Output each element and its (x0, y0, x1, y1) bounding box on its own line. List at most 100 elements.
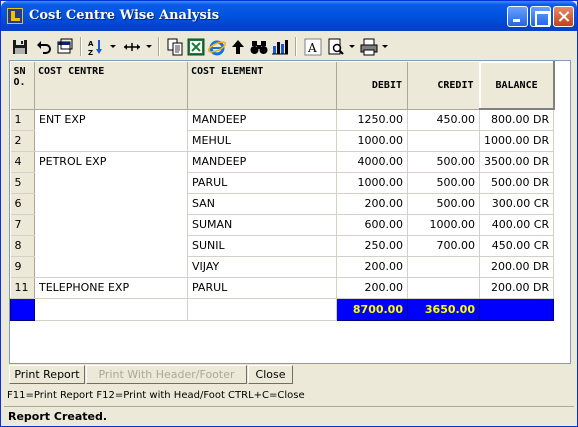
debit-cell[interactable]: 250.00 (336, 235, 408, 257)
table-row[interactable]: 7 SUMAN 600.00 1000.00 400.00 CR (10, 214, 555, 236)
table-row[interactable]: 1 ENT EXP MANDEEP 1250.00 450.00 800.00 … (10, 109, 555, 131)
cost-centre-cell[interactable] (34, 172, 188, 193)
balance-cell[interactable]: 200.00 DR (479, 256, 555, 278)
cost-element-cell[interactable]: PARUL (187, 172, 337, 194)
sort-icon[interactable]: A Z (87, 38, 105, 56)
print-report-button[interactable]: Print Report (9, 365, 85, 384)
svg-text:A: A (88, 40, 94, 48)
debit-cell[interactable]: 4000.00 (336, 151, 408, 173)
debit-cell[interactable]: 200.00 (336, 193, 408, 215)
cost-centre-cell[interactable] (34, 130, 188, 152)
find-icon[interactable] (250, 38, 268, 56)
excel-icon[interactable] (187, 38, 205, 56)
cost-element-cell[interactable]: PARUL (187, 277, 337, 299)
column-width-dropdown-arrow[interactable] (146, 45, 152, 48)
report-grid[interactable]: SN O. COST CENTRE COST ELEMENT DEBIT CRE… (9, 60, 571, 364)
table-row[interactable]: 5 PARUL 1000.00 500.00 500.00 DR (10, 172, 555, 194)
selected-row-marker[interactable] (10, 297, 35, 321)
row-number: 2 (10, 130, 35, 152)
title-bar[interactable]: Cost Centre Wise Analysis (1, 1, 577, 31)
cost-centre-cell[interactable]: TELEPHONE EXP (34, 277, 188, 299)
credit-cell[interactable]: 450.00 (407, 109, 480, 131)
cost-element-cell[interactable]: MEHUL (187, 130, 337, 152)
row-number: 1 (10, 109, 35, 131)
debit-cell[interactable]: 1000.00 (336, 130, 408, 152)
balance-cell[interactable]: 300.00 CR (479, 193, 555, 215)
balance-cell[interactable]: 1000.00 DR (479, 130, 555, 152)
copy-icon[interactable] (166, 38, 184, 56)
cost-centre-cell[interactable]: PETROL EXP (34, 151, 188, 172)
balance-cell[interactable]: 500.00 DR (479, 172, 555, 194)
debit-cell[interactable]: 200.00 (336, 256, 408, 278)
table-row[interactable]: 2 MEHUL 1000.00 1000.00 DR (10, 130, 555, 152)
undo-icon[interactable] (35, 38, 53, 56)
printer-dropdown-arrow[interactable] (382, 45, 388, 48)
column-header-debit[interactable]: DEBIT (336, 62, 408, 110)
up-arrow-icon[interactable] (229, 38, 247, 56)
credit-cell[interactable]: 700.00 (407, 235, 480, 257)
debit-cell[interactable]: 200.00 (336, 277, 408, 299)
font-icon[interactable]: A (304, 38, 322, 56)
report-window: Cost Centre Wise Analysis A Z A SN O. CO… (0, 0, 578, 427)
cost-element-cell[interactable]: MANDEEP (187, 151, 337, 173)
table-row[interactable]: 4 PETROL EXP MANDEEP 4000.00 500.00 3500… (10, 151, 555, 173)
cost-element-cell[interactable] (187, 298, 337, 321)
cost-centre-cell[interactable]: ENT EXP (34, 109, 188, 130)
column-header-credit[interactable]: CREDIT (407, 62, 480, 110)
print-preview-icon[interactable] (327, 38, 345, 56)
cost-element-cell[interactable]: VIJAY (187, 256, 337, 278)
cost-element-cell[interactable]: MANDEEP (187, 109, 337, 131)
print-preview-dropdown-arrow[interactable] (349, 45, 355, 48)
close-window-button[interactable] (553, 6, 574, 27)
column-header-balance[interactable]: BALANCE (478, 61, 555, 110)
app-logo-icon[interactable] (7, 8, 23, 24)
print-with-header-footer-button[interactable]: Print With Header/Footer (86, 365, 247, 384)
debit-cell[interactable]: 600.00 (336, 214, 408, 236)
cost-centre-cell[interactable] (34, 214, 188, 235)
column-header-sno[interactable]: SN O. (10, 62, 35, 110)
sort-dropdown-arrow[interactable] (110, 45, 116, 48)
close-button[interactable]: Close (248, 365, 293, 384)
credit-cell[interactable] (407, 256, 480, 278)
credit-cell[interactable]: 500.00 (407, 193, 480, 215)
printer-icon[interactable] (360, 38, 378, 56)
cost-element-cell[interactable]: SAN (187, 193, 337, 215)
cost-centre-cell[interactable] (34, 256, 188, 278)
table-row[interactable]: 9 VIJAY 200.00 200.00 DR (10, 256, 555, 278)
table-row[interactable]: 8 SUNIL 250.00 700.00 450.00 CR (10, 235, 555, 257)
row-number: 7 (10, 214, 35, 236)
table-row[interactable]: 11 TELEPHONE EXP PARUL 200.00 200.00 DR (10, 277, 555, 299)
debit-total[interactable]: 8700.00 (336, 297, 408, 321)
balance-cell[interactable]: 400.00 CR (479, 214, 555, 236)
table-row[interactable]: 6 SAN 200.00 500.00 300.00 CR (10, 193, 555, 215)
total-row[interactable]: 8700.00 3650.00 (10, 297, 555, 321)
chart-icon[interactable] (271, 38, 289, 56)
cost-centre-cell[interactable] (34, 193, 188, 214)
cost-centre-cell[interactable] (34, 298, 188, 321)
cost-element-cell[interactable]: SUMAN (187, 214, 337, 236)
balance-cell[interactable]: 450.00 CR (479, 235, 555, 257)
credit-cell[interactable] (407, 130, 480, 152)
status-bar: Report Created. (4, 406, 574, 425)
credit-cell[interactable]: 500.00 (407, 151, 480, 173)
balance-cell[interactable]: 200.00 DR (479, 277, 555, 299)
balance-total[interactable] (478, 297, 555, 321)
internet-explorer-icon[interactable] (208, 38, 226, 56)
credit-cell[interactable]: 1000.00 (407, 214, 480, 236)
open-icon[interactable] (56, 38, 74, 56)
cost-element-cell[interactable]: SUNIL (187, 235, 337, 257)
credit-total[interactable]: 3650.00 (407, 297, 480, 321)
column-header-cost-element[interactable]: COST ELEMENT (187, 62, 337, 110)
credit-cell[interactable] (407, 277, 480, 299)
debit-cell[interactable]: 1250.00 (336, 109, 408, 131)
balance-cell[interactable]: 3500.00 DR (479, 151, 555, 173)
minimize-button[interactable] (507, 6, 528, 27)
save-icon[interactable] (11, 38, 29, 56)
credit-cell[interactable]: 500.00 (407, 172, 480, 194)
maximize-button[interactable] (530, 6, 551, 27)
cost-centre-cell[interactable] (34, 235, 188, 256)
column-width-icon[interactable] (123, 38, 141, 56)
debit-cell[interactable]: 1000.00 (336, 172, 408, 194)
balance-cell[interactable]: 800.00 DR (479, 109, 555, 131)
column-header-cost-centre[interactable]: COST CENTRE (34, 62, 188, 110)
